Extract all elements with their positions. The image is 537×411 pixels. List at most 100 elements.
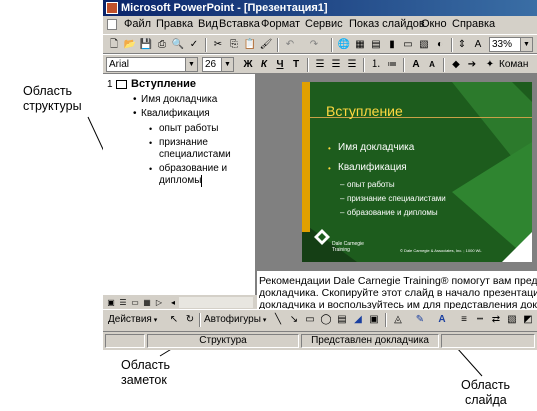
align-right-icon[interactable]: ☰ [345, 58, 359, 71]
font-color-icon[interactable]: A [435, 313, 449, 326]
line-icon[interactable]: ╲ [271, 313, 285, 326]
new-icon[interactable]: 🗋 [107, 38, 121, 51]
insert-clipart-icon[interactable]: ▣ [367, 313, 381, 326]
slideshow-view-icon[interactable]: ▷ [152, 296, 166, 309]
decrease-font-icon[interactable]: A [425, 58, 439, 71]
animation-effects-icon[interactable]: ✦ [483, 58, 497, 71]
numbering-icon[interactable]: ⒈ [369, 58, 383, 71]
outline-subitem-recognition[interactable]: признание [159, 137, 208, 149]
slide-bullet-speaker-name[interactable]: Имя докладчика [338, 142, 414, 153]
slide-title[interactable]: Вступление [326, 103, 403, 119]
wordart-icon[interactable]: ◢ [351, 313, 365, 326]
new-slide-icon[interactable]: ▭ [401, 38, 415, 51]
paste-icon[interactable]: 📋 [243, 38, 257, 51]
outline-bullet: • [133, 94, 137, 105]
free-rotate-icon[interactable]: ↻ [183, 313, 197, 326]
hyperlink-icon[interactable]: 🌐 [337, 38, 351, 51]
expand-all-icon[interactable]: ⇕ [455, 38, 469, 51]
outline-subitem-education[interactable]: образование и [159, 163, 227, 175]
line-style-icon[interactable]: ≡ [457, 313, 471, 326]
format-painter-icon[interactable]: 🖌 [259, 38, 273, 51]
insert-chart-icon[interactable]: ▮ [385, 38, 399, 51]
slide-layout-icon[interactable]: ▧ [417, 38, 431, 51]
oval-icon[interactable]: ◯ [319, 313, 333, 326]
slide-subbullet-recognition[interactable]: признание специалистами [347, 194, 446, 203]
shadow-icon[interactable]: ▧ [505, 313, 519, 326]
fill-color-icon[interactable]: ◬ [391, 313, 405, 326]
menu-slideshow[interactable]: Показ слайдов [349, 18, 425, 30]
promote-icon[interactable]: ◆ [449, 58, 463, 71]
print-preview-icon[interactable]: 🔍 [171, 38, 185, 51]
status-cell-empty [441, 334, 535, 348]
arrow-icon[interactable]: ↘ [287, 313, 301, 326]
arrow-style-icon[interactable]: ⇄ [489, 313, 503, 326]
cut-icon[interactable]: ✂ [211, 38, 225, 51]
menu-file[interactable]: Файл [124, 18, 151, 30]
actions-menu[interactable]: Действия ▾ [108, 314, 157, 325]
outline-slide-title[interactable]: Вступление [131, 78, 196, 90]
outline-item-qualification[interactable]: Квалификация [141, 108, 210, 120]
textbox-icon[interactable]: ▤ [335, 313, 349, 326]
bullets-icon[interactable]: ≔ [385, 58, 399, 71]
outline-subitem-experience[interactable]: опыт работы [159, 123, 218, 135]
open-icon[interactable]: 📂 [123, 38, 137, 51]
scroll-left-icon[interactable]: ◂ [166, 296, 180, 309]
commands-label[interactable]: Коман [499, 59, 528, 70]
line-color-icon[interactable]: ✎ [413, 313, 427, 326]
demote-icon[interactable]: ➔ [465, 58, 479, 71]
menu-format[interactable]: Формат [261, 18, 300, 30]
dash-style-icon[interactable]: ┅ [473, 313, 487, 326]
italic-button[interactable]: К [257, 58, 271, 71]
slide-dash: – [340, 180, 345, 189]
tables-borders-icon[interactable]: ▦ [353, 38, 367, 51]
menu-edit[interactable]: Правка [156, 18, 193, 30]
align-left-icon[interactable]: ☰ [313, 58, 327, 71]
menu-insert[interactable]: Вставка [219, 18, 260, 30]
show-formatting-icon[interactable]: A [471, 38, 485, 51]
document-icon[interactable] [107, 19, 117, 30]
3d-icon[interactable]: ◩ [521, 313, 535, 326]
autoshapes-menu[interactable]: Автофигуры ▾ [204, 314, 266, 325]
spelling-icon[interactable]: ✓ [187, 38, 201, 51]
slide-subbullet-experience[interactable]: опыт работы [347, 180, 395, 189]
slide-bullet-qualification[interactable]: Квалификация [338, 162, 407, 173]
undo-icon[interactable]: ↶ [283, 38, 297, 51]
powerpoint-app-icon [106, 2, 118, 14]
toolbar-separator [307, 58, 309, 72]
slide-number: 1 [107, 79, 113, 90]
rectangle-icon[interactable]: ▭ [303, 313, 317, 326]
zoom-select[interactable]: 33% ▼ [489, 37, 533, 52]
chevron-down-icon: ▼ [520, 38, 532, 51]
horizontal-scrollbar[interactable] [179, 297, 253, 308]
copy-icon[interactable]: ⎘ [227, 38, 241, 51]
menu-view[interactable]: Вид [198, 18, 218, 30]
insert-table-icon[interactable]: ▤ [369, 38, 383, 51]
slide-subbullet-education[interactable]: образование и дипломы [347, 208, 438, 217]
increase-font-icon[interactable]: A [409, 58, 423, 71]
menu-help[interactable]: Справка [452, 18, 495, 30]
shadow-button[interactable]: Т [289, 58, 303, 71]
align-center-icon[interactable]: ☰ [329, 58, 343, 71]
menu-window[interactable]: Окно [421, 18, 447, 30]
bold-button[interactable]: Ж [241, 58, 255, 71]
menu-tools[interactable]: Сервис [305, 18, 343, 30]
slide[interactable]: Вступление • Имя докладчика • Квалификац… [302, 82, 532, 262]
select-objects-icon[interactable]: ↖ [167, 313, 181, 326]
underline-button[interactable]: Ч [273, 58, 287, 71]
formatting-toolbar: Arial ▼ 26 ▼ Ж К Ч Т ☰ ☰ ☰ ⒈ ≔ A A ◆ ➔ ✦… [103, 54, 537, 74]
save-icon[interactable]: 💾 [139, 38, 153, 51]
powerpoint-window: Microsoft PowerPoint - [Презентация1] Фа… [103, 0, 537, 350]
outline-subitem-recognition-cont[interactable]: специалистами [159, 149, 231, 161]
font-select[interactable]: Arial ▼ [106, 57, 198, 72]
notes-pane[interactable]: Рекомендации Dale Carnegie Training® пом… [257, 269, 537, 309]
outline-item-speaker-name[interactable]: Имя докладчика [141, 94, 217, 106]
grayscale-icon[interactable]: ◐ [433, 38, 447, 51]
notes-line-3: докладчика и воспользуйтесь им для предс… [259, 299, 537, 309]
slide-dash: – [340, 194, 345, 203]
title-bar: Microsoft PowerPoint - [Презентация1] [103, 0, 537, 16]
outline-pane[interactable]: 1 Вступление • Имя докладчика • Квалифик… [103, 74, 257, 295]
redo-icon[interactable]: ↷ [307, 38, 321, 51]
outline-subitem-education-cont[interactable]: дипломы [159, 175, 201, 187]
print-icon[interactable]: ⎙ [155, 38, 169, 51]
font-size-select[interactable]: 26 ▼ [202, 57, 234, 72]
